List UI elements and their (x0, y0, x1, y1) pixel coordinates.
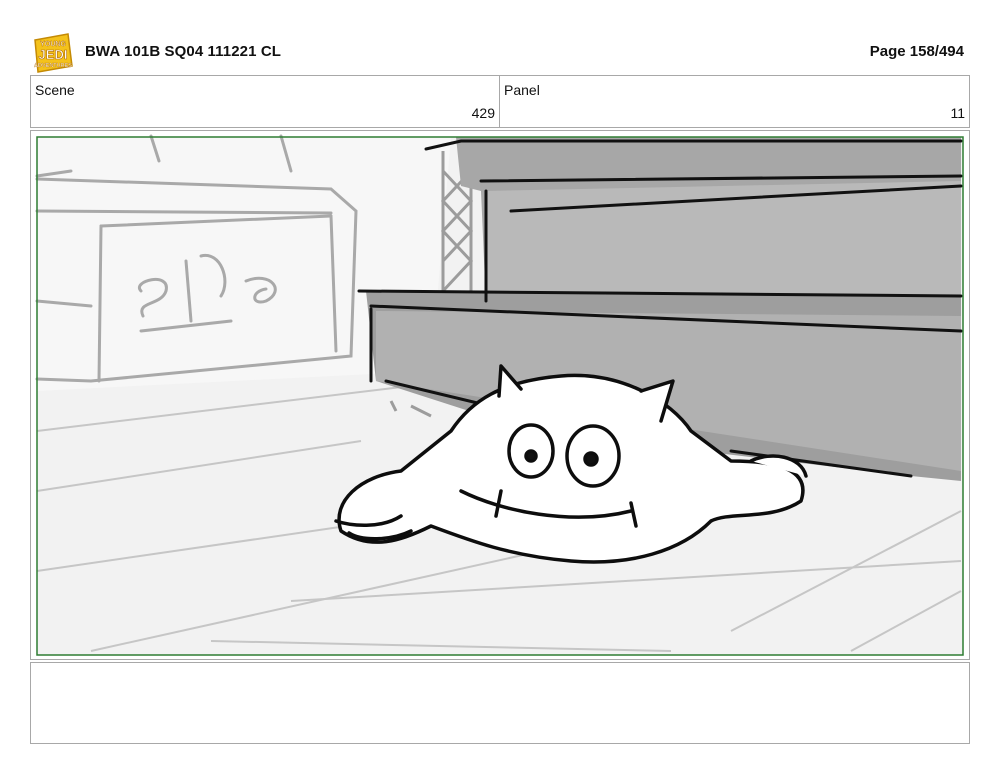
scene-panel-info: Scene 429 Panel 11 (30, 75, 970, 128)
show-logo: YOUNG JEDI ADVENTURES (34, 33, 73, 73)
panel-cell: Panel 11 (500, 76, 969, 127)
document-title: BWA 101B SQ04 111221 CL (85, 43, 282, 60)
notes-box (30, 662, 970, 744)
scene-cell: Scene 429 (31, 76, 500, 127)
svg-text:JEDI: JEDI (39, 47, 68, 62)
storyboard-frame (30, 130, 970, 660)
scene-label: Scene (35, 82, 75, 98)
scene-value: 429 (471, 105, 495, 121)
page-header: YOUNG JEDI ADVENTURES BWA 101B SQ04 1112… (30, 30, 970, 74)
panel-value: 11 (950, 105, 965, 121)
svg-text:ADVENTURES: ADVENTURES (34, 63, 72, 69)
storyboard-drawing (35, 134, 964, 656)
page-number: Page 158/494 (869, 43, 964, 60)
panel-label: Panel (504, 82, 540, 98)
